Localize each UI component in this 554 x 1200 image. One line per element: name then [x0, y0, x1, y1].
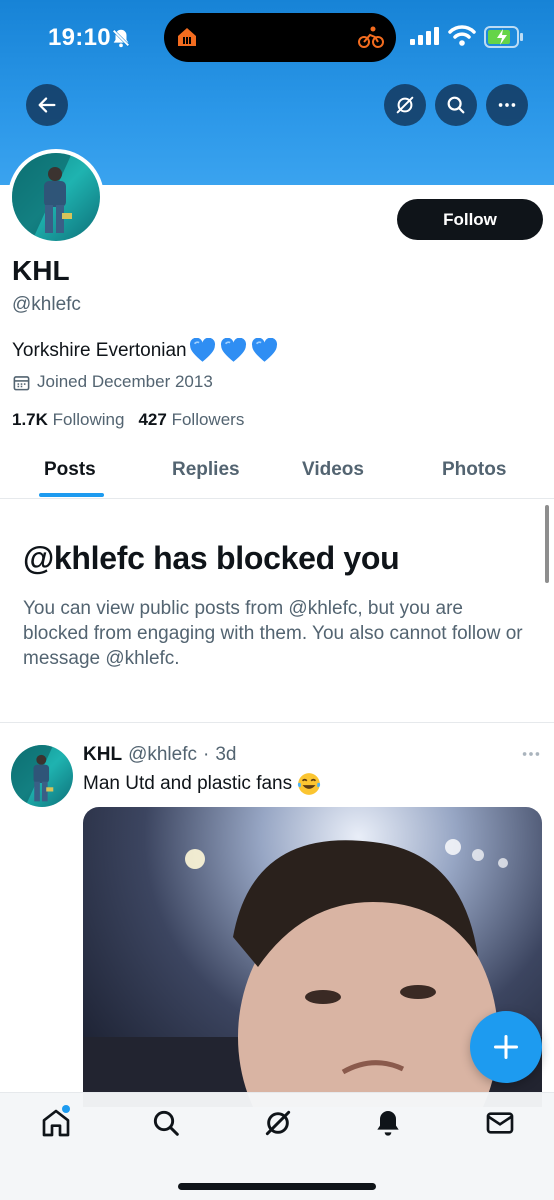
following-link[interactable]: 1.7K Following — [12, 410, 124, 430]
blue-heart-icon — [220, 338, 246, 362]
active-tab-indicator — [39, 493, 104, 497]
bio-text: Yorkshire Evertonian — [12, 339, 187, 361]
blocked-message: You can view public posts from @khlefc, … — [23, 598, 523, 669]
post-author-name[interactable]: KHL — [83, 744, 122, 766]
dynamic-island — [164, 13, 396, 62]
back-button[interactable] — [26, 84, 68, 126]
post-timestamp: 3d — [215, 744, 237, 765]
grok-icon — [396, 96, 414, 114]
food-delivery-icon — [174, 24, 200, 55]
post-more-icon[interactable] — [520, 746, 542, 767]
home-indicator — [178, 1183, 376, 1190]
cellular-signal-icon — [410, 27, 440, 50]
nav-search[interactable] — [150, 1107, 182, 1144]
profile-bio: Yorkshire Evertonian — [12, 338, 278, 363]
search-icon — [153, 1110, 179, 1136]
tab-photos[interactable]: Photos — [442, 459, 506, 481]
avatar-image — [12, 153, 100, 241]
status-time: 19:10 — [48, 24, 111, 51]
profile-tabs: Posts Replies Videos Photos — [0, 443, 554, 499]
calendar-icon — [13, 375, 30, 390]
plus-icon — [493, 1034, 519, 1060]
post-avatar[interactable] — [11, 745, 73, 807]
search-icon — [447, 96, 465, 114]
tab-videos[interactable]: Videos — [302, 459, 364, 481]
followers-link[interactable]: 427 Followers — [138, 410, 244, 430]
profile-avatar[interactable] — [8, 149, 104, 245]
blue-heart-icon — [189, 338, 215, 362]
tab-replies[interactable]: Replies — [172, 459, 240, 481]
tears-of-joy-emoji-icon — [298, 773, 321, 795]
grok-button[interactable] — [384, 84, 426, 126]
profile-joined-date: Joined December 2013 — [12, 372, 213, 392]
following-label: Following — [52, 410, 125, 429]
blocked-title: @khlefc has blocked you — [23, 540, 400, 576]
blue-heart-icon — [251, 338, 277, 362]
home-notification-dot — [62, 1105, 70, 1113]
nav-grok[interactable] — [262, 1107, 294, 1144]
follow-stats: 1.7K Following 427 Followers — [12, 410, 244, 430]
status-bar: 19:10 — [0, 0, 554, 76]
arrow-left-icon — [38, 97, 56, 113]
nav-messages[interactable] — [484, 1107, 516, 1144]
wifi-icon — [448, 24, 476, 51]
profile-display-name: KHL — [12, 255, 70, 286]
cyclist-icon — [358, 25, 384, 54]
blue-heart-emojis — [189, 338, 278, 363]
followers-count: 427 — [138, 410, 167, 429]
battery-charging-icon — [484, 26, 524, 53]
post-author-handle[interactable]: @khlefc — [128, 744, 197, 766]
divider — [0, 722, 554, 723]
following-count: 1.7K — [12, 410, 48, 429]
more-options-button[interactable] — [486, 84, 528, 126]
post-body: Man Utd and plastic fans — [83, 773, 293, 794]
followers-label: Followers — [171, 410, 245, 429]
joined-text: Joined December 2013 — [37, 372, 213, 391]
grok-icon — [265, 1110, 291, 1136]
post-separator: · — [202, 744, 210, 765]
scrollbar[interactable] — [545, 505, 549, 583]
compose-post-button[interactable] — [470, 1011, 542, 1083]
follow-button[interactable]: Follow — [397, 199, 543, 240]
tab-posts[interactable]: Posts — [44, 459, 96, 481]
bell-off-icon — [110, 27, 132, 54]
more-horizontal-icon — [498, 103, 516, 107]
nav-notifications[interactable] — [372, 1107, 404, 1144]
search-profile-button[interactable] — [435, 84, 477, 126]
profile-handle: @khlefc — [12, 294, 81, 315]
post-header: KHL @khlefc · 3d — [83, 744, 236, 766]
messages-icon — [486, 1112, 514, 1134]
notifications-icon — [377, 1111, 399, 1136]
post-text: Man Utd and plastic fans — [83, 771, 322, 797]
